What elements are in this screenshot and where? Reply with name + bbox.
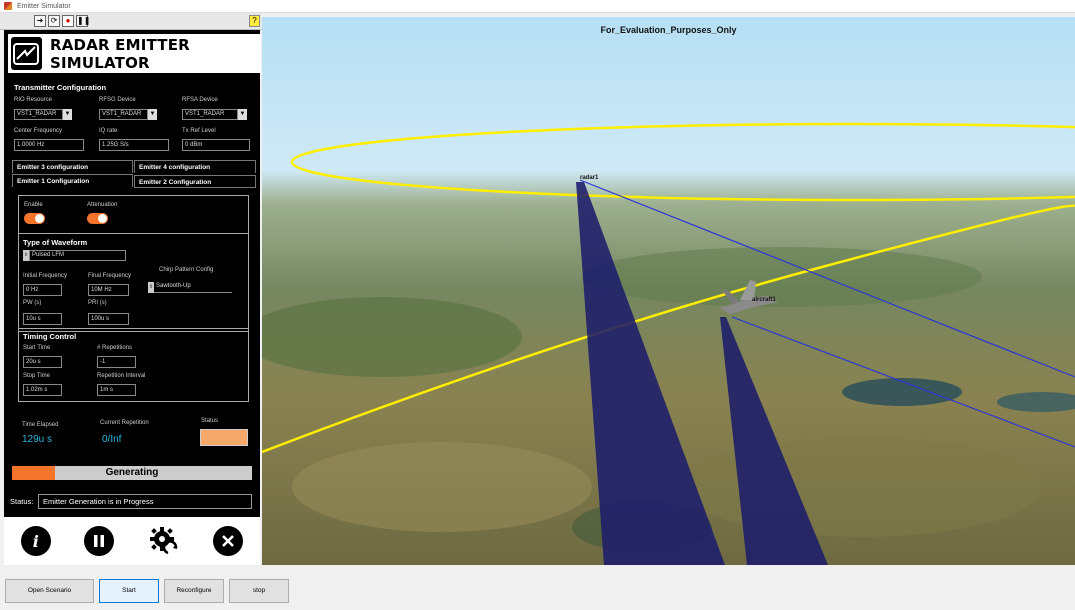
pri-field[interactable]: 100u s — [88, 313, 129, 325]
repetition-interval-field[interactable]: 1m s — [97, 384, 136, 396]
close-icon[interactable] — [213, 526, 244, 556]
aircraft-label: aircraft1 — [752, 297, 776, 303]
tx-ref-level-field[interactable]: 0 dBm — [182, 139, 250, 151]
app-icon — [4, 2, 12, 10]
attenuation-label: Attenuation — [87, 202, 118, 208]
action-bar: i — [4, 517, 260, 565]
status-indicator-label: Status — [201, 418, 219, 424]
iq-rate-label: IQ rate — [99, 128, 118, 134]
final-frequency-label: Final Frequency — [88, 273, 132, 279]
initial-frequency-field[interactable]: 0 Hz — [23, 284, 62, 296]
app-header: RADAR EMITTER SIMULATOR — [8, 34, 261, 73]
repetition-interval-label: Repetition Interval — [97, 373, 146, 379]
emitter-simulator-window: Emitter Simulator ➜ ⟳ ● ❚❚ ? RADAR EMITT… — [0, 0, 1075, 610]
rfsa-device-label: RFSA Device — [182, 97, 218, 103]
emitter-config-box — [18, 195, 249, 332]
evaluation-watermark: For_Evaluation_Purposes_Only — [600, 25, 737, 35]
window-title: Emitter Simulator — [17, 2, 71, 10]
enable-label: Enable — [24, 202, 43, 208]
transmitter-config-header: Transmitter Configuration — [14, 83, 107, 92]
final-frequency-field[interactable]: 10M Hz — [88, 284, 129, 296]
progress-label: Generating — [105, 467, 159, 478]
rfsg-device-label: RFSG Device — [99, 97, 136, 103]
scenario-3d-view[interactable]: For_Evaluation_Purposes_Only radar1 airc… — [262, 17, 1075, 565]
start-button[interactable]: Start — [99, 579, 159, 603]
info-icon[interactable]: i — [20, 526, 51, 556]
pri-label: PRI (s) — [88, 300, 107, 306]
tab-emitter-4[interactable]: Emitter 4 configuration — [134, 160, 256, 173]
reconfigure-button[interactable]: Reconfigure — [164, 579, 224, 603]
center-frequency-label: Center Frequency — [14, 128, 63, 134]
pw-label: PW (s) — [23, 300, 42, 306]
stop-time-label: Stop Time — [23, 373, 51, 379]
repetitions-field[interactable]: -1 — [97, 356, 136, 368]
run-arrow-icon[interactable]: ➜ — [34, 15, 46, 27]
chevron-down-icon[interactable]: ▼ — [238, 109, 247, 120]
abort-icon[interactable]: ● — [62, 15, 74, 27]
rio-resource-value: VST1_RADAR — [14, 109, 63, 120]
generation-progress-bar: Generating — [12, 466, 252, 480]
attenuation-toggle[interactable] — [87, 213, 108, 224]
center-frequency-field[interactable]: 1.0000 Hz — [14, 139, 84, 151]
chevron-down-icon[interactable]: ▼ — [148, 109, 157, 120]
radar-site-label: radar1 — [580, 175, 599, 181]
chirp-pattern-value: Sawtooth-Up — [154, 282, 232, 293]
repetitions-label: # Repetitions — [97, 345, 133, 351]
control-panel: RADAR EMITTER SIMULATOR Transmitter Conf… — [4, 30, 261, 565]
terrain-scene — [262, 17, 1075, 565]
settings-icon[interactable] — [148, 525, 180, 557]
title-bar: Emitter Simulator — [0, 0, 1075, 13]
chirp-pattern-select[interactable]: ⇳ Sawtooth-Up — [148, 282, 232, 293]
rfsg-device-select[interactable]: VST1_RADAR ▼ — [99, 109, 157, 120]
status-indicator-led — [200, 429, 248, 446]
current-repetition-label: Current Repetition — [100, 420, 149, 426]
open-scenario-button[interactable]: Open Scenario — [5, 579, 94, 603]
stop-time-field[interactable]: 1.02m s — [23, 384, 62, 396]
time-elapsed-value: 129u s — [22, 434, 53, 445]
pw-field[interactable]: 10u s — [23, 313, 62, 325]
current-repetition-value: 0/Inf — [102, 434, 122, 445]
rfsa-device-select[interactable]: VST1_RADAR ▼ — [182, 109, 247, 120]
timing-control-header: Timing Control — [23, 332, 77, 341]
status-message-field: Emitter Generation is in Progress — [38, 494, 252, 509]
stop-button[interactable]: stop — [229, 579, 289, 603]
status-label: Status: — [10, 497, 34, 506]
pause-toolbar-icon[interactable]: ❚❚ — [76, 15, 90, 27]
pause-icon[interactable] — [84, 526, 115, 556]
rio-resource-select[interactable]: VST1_RADAR ▼ — [14, 109, 72, 120]
chevron-down-icon[interactable]: ▼ — [63, 109, 72, 120]
waveform-select[interactable]: ⇳ Pulsed LFM — [23, 250, 126, 261]
tab-emitter-2[interactable]: Emitter 2 Configuration — [134, 175, 256, 188]
start-time-field[interactable]: 20u s — [23, 356, 62, 368]
start-time-label: Start Time — [23, 345, 51, 351]
iq-rate-field[interactable]: 1.25G S/s — [99, 139, 169, 151]
context-help-icon[interactable]: ? — [249, 15, 260, 27]
divider — [18, 233, 249, 234]
radar-logo-icon — [11, 37, 42, 70]
app-title: RADAR EMITTER SIMULATOR — [49, 35, 190, 72]
run-continuous-icon[interactable]: ⟳ — [48, 15, 60, 27]
initial-frequency-label: Initial Frequency — [23, 273, 68, 279]
rfsa-device-value: VST1_RADAR — [182, 109, 238, 120]
waveform-value: Pulsed LFM — [29, 250, 126, 261]
chirp-pattern-label: Chirp Pattern Config — [159, 267, 214, 273]
rio-resource-label: RIO Resource — [14, 97, 53, 103]
tab-emitter-3[interactable]: Emitter 3 configuration — [12, 160, 133, 173]
tab-emitter-1[interactable]: Emitter 1 Configuration — [12, 174, 133, 187]
time-elapsed-label: Time Elapsed — [22, 422, 59, 428]
tx-ref-level-label: Tx Ref Level — [182, 128, 216, 134]
run-toolbar: ➜ ⟳ ● ❚❚ ? — [0, 13, 262, 30]
rfsg-device-value: VST1_RADAR — [99, 109, 148, 120]
enable-toggle[interactable] — [24, 213, 45, 224]
waveform-header: Type of Waveform — [23, 238, 88, 247]
